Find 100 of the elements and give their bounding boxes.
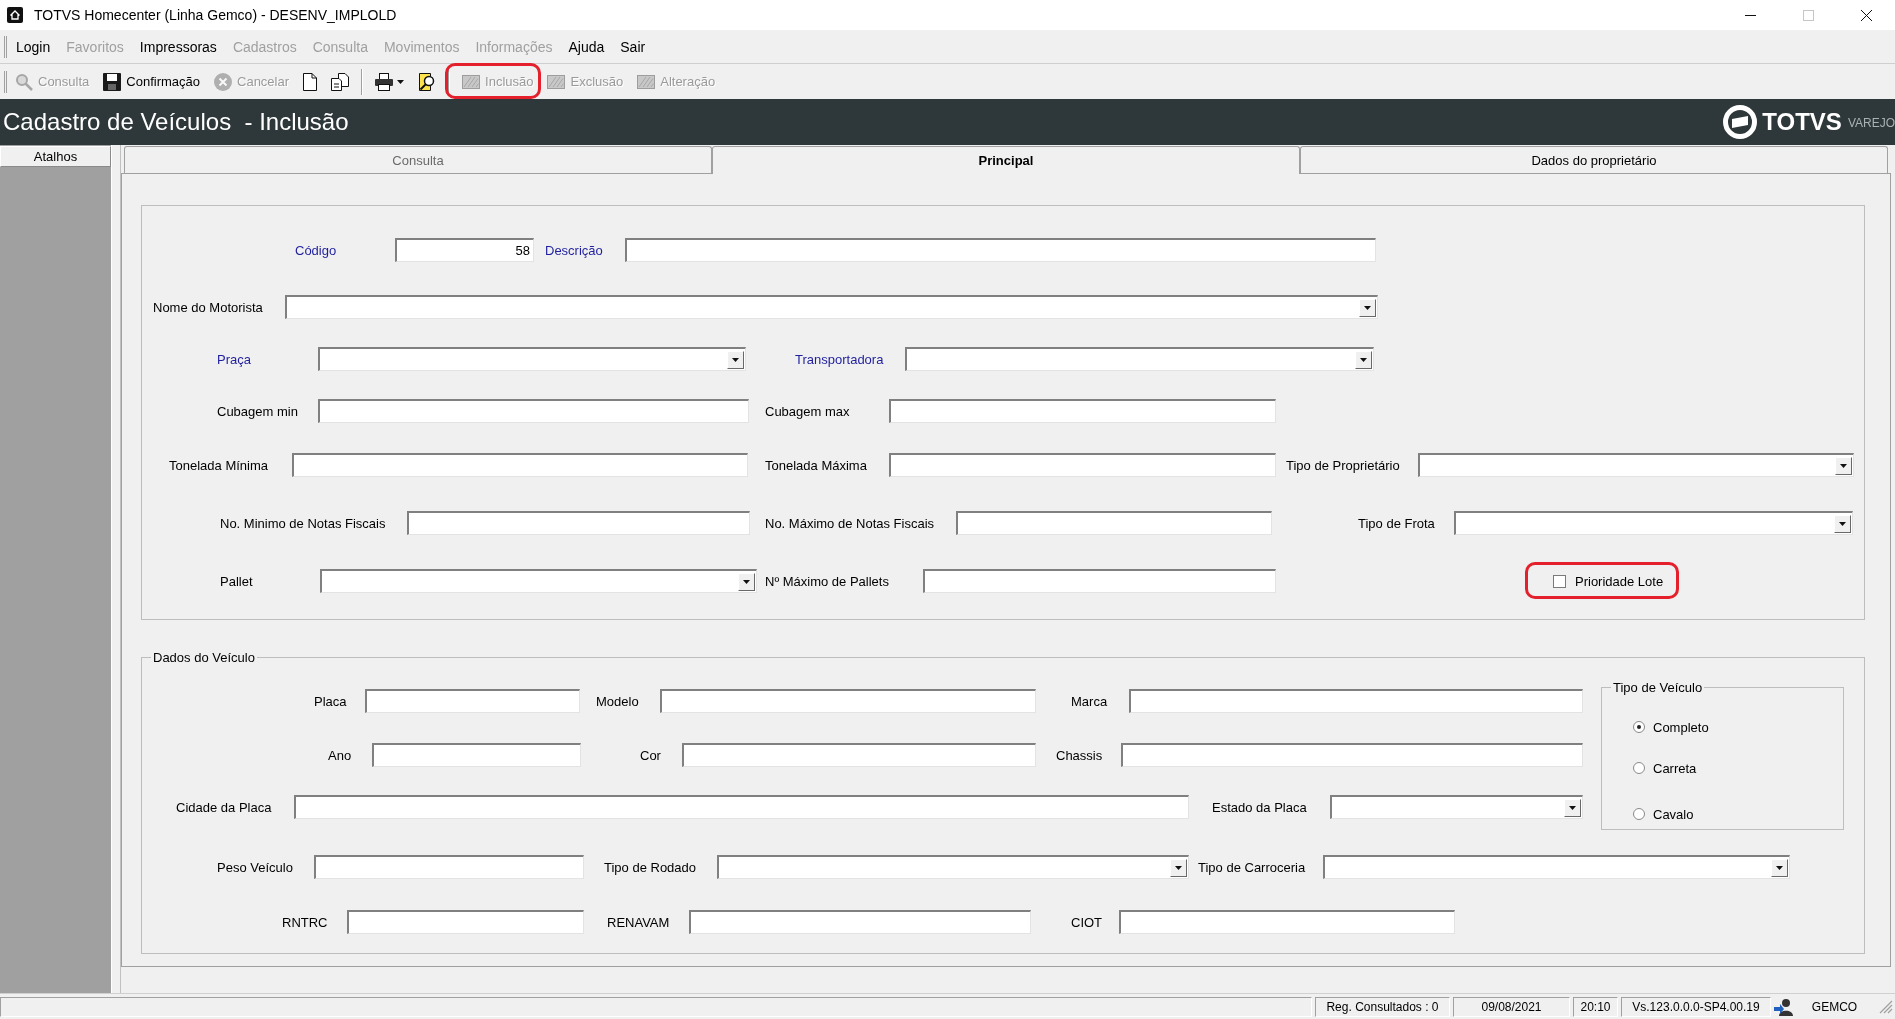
combo-box[interactable] xyxy=(1323,855,1790,879)
checkbox-label: Prioridade Lote xyxy=(1575,573,1664,589)
text-field[interactable] xyxy=(682,743,1036,767)
caret-icon xyxy=(1776,865,1783,870)
save-icon xyxy=(103,72,122,91)
combo-box[interactable] xyxy=(1454,511,1853,535)
field-label: No. Minimo de Notas Fiscais xyxy=(220,515,386,531)
caret-icon xyxy=(397,79,405,84)
menu-item[interactable]: Sair xyxy=(620,38,646,55)
text-field[interactable] xyxy=(689,910,1031,934)
tab[interactable]: Dados do proprietário xyxy=(1300,146,1888,173)
field-label: Descrição xyxy=(545,242,603,258)
brand-name: TOTVS xyxy=(1762,108,1842,136)
field-label: Código xyxy=(295,242,337,258)
dropdown-button[interactable] xyxy=(1834,514,1851,533)
field-label: Cor xyxy=(640,747,661,763)
caret-icon xyxy=(1364,305,1371,310)
radio-label: Carreta xyxy=(1653,760,1697,776)
text-field[interactable] xyxy=(660,689,1036,713)
menu-item[interactable]: Login xyxy=(16,38,51,55)
field-label: Tipo de Proprietário xyxy=(1286,457,1400,473)
text-field[interactable] xyxy=(889,453,1276,477)
dropdown-button[interactable] xyxy=(738,572,755,591)
dropdown-button[interactable] xyxy=(727,350,744,369)
sidebar-button[interactable]: Atalhos xyxy=(0,146,111,167)
search-icon xyxy=(15,72,33,91)
field-label: CIOT xyxy=(1071,914,1103,930)
search-document-icon xyxy=(418,72,437,91)
menu-item[interactable]: Ajuda xyxy=(568,38,605,55)
field-label: Tonelada Mínima xyxy=(169,457,268,473)
dropdown-button[interactable] xyxy=(1564,798,1581,817)
text-field[interactable] xyxy=(1119,910,1455,934)
caret-icon xyxy=(1839,521,1846,526)
field-label: Ano xyxy=(328,747,352,763)
app-icon xyxy=(7,7,23,23)
field-label: Pallet xyxy=(220,573,253,589)
dropdown-button[interactable] xyxy=(1771,858,1788,877)
caret-icon xyxy=(1175,865,1182,870)
text-field[interactable] xyxy=(1121,743,1583,767)
field-label: Transportadora xyxy=(795,351,884,367)
group-label: Tipo de Veículo xyxy=(1611,680,1705,695)
radio-button[interactable] xyxy=(1633,808,1645,820)
text-field[interactable] xyxy=(292,453,748,477)
text-field[interactable] xyxy=(956,511,1272,535)
status-cell: Reg. Consultados : 0 xyxy=(1315,996,1450,1017)
field-label: Cidade da Placa xyxy=(176,799,272,815)
radio-button[interactable] xyxy=(1633,762,1645,774)
hatched-box-icon xyxy=(637,72,656,91)
text-field[interactable] xyxy=(365,689,580,713)
toolbar-button[interactable]: Confirmação xyxy=(99,68,204,95)
caret-icon xyxy=(743,579,750,584)
radio-button[interactable] xyxy=(1633,721,1645,733)
combo-box[interactable] xyxy=(320,569,757,593)
combo-box[interactable] xyxy=(285,295,1378,319)
dropdown-button[interactable] xyxy=(1359,298,1376,317)
text-field[interactable] xyxy=(294,795,1189,819)
combo-box[interactable] xyxy=(318,347,746,371)
combo-box[interactable] xyxy=(905,347,1374,371)
status-cell: 09/08/2021 xyxy=(1453,996,1570,1017)
field-label: No. Máximo de Notas Fiscais xyxy=(765,515,935,531)
dropdown-button[interactable] xyxy=(1355,350,1372,369)
field-label: Chassis xyxy=(1056,747,1103,763)
document-icon xyxy=(303,72,318,91)
combo-box[interactable] xyxy=(717,855,1189,879)
text-field[interactable] xyxy=(889,399,1276,423)
field-label: Tipo de Frota xyxy=(1358,515,1435,531)
field-label: Nº Máximo de Pallets xyxy=(765,573,889,589)
text-field[interactable] xyxy=(625,238,1376,262)
combo-box[interactable] xyxy=(1418,453,1854,477)
field-label: Cubagem max xyxy=(765,403,850,419)
caret-icon xyxy=(1569,805,1576,810)
caret-icon xyxy=(1840,463,1847,468)
text-field[interactable] xyxy=(347,910,584,934)
combo-box[interactable] xyxy=(1330,795,1583,819)
radio-label: Cavalo xyxy=(1653,806,1694,822)
maximize-icon xyxy=(1802,9,1814,21)
status-cell-text: GEMCO xyxy=(1810,998,1859,1016)
close-icon xyxy=(1860,9,1872,21)
text-field[interactable] xyxy=(314,855,584,879)
text-field[interactable] xyxy=(923,569,1276,593)
text-field[interactable] xyxy=(372,743,581,767)
field-label: Placa xyxy=(314,693,347,709)
status-cell: Vs.123.0.0.0-SP4.00.19 xyxy=(1621,996,1771,1017)
text-field[interactable]: 58 xyxy=(395,238,534,262)
dropdown-button[interactable] xyxy=(1170,858,1187,877)
caret-icon xyxy=(1360,357,1367,362)
tab[interactable]: Principal xyxy=(712,146,1300,174)
brand-suffix: VAREJO xyxy=(1847,116,1895,130)
documents-icon xyxy=(331,72,350,91)
hatched-box-icon xyxy=(547,72,566,91)
field-label: Tipo de Rodado xyxy=(604,859,697,875)
text-field[interactable] xyxy=(407,511,750,535)
menu-item[interactable]: Impressoras xyxy=(139,38,217,55)
minimize-icon xyxy=(1744,14,1756,16)
checkbox[interactable] xyxy=(1553,574,1566,588)
text-field[interactable] xyxy=(1129,689,1583,713)
field-label: Marca xyxy=(1071,693,1108,709)
resize-grip-icon xyxy=(1879,999,1893,1014)
text-field[interactable] xyxy=(318,399,749,423)
dropdown-button[interactable] xyxy=(1835,456,1852,475)
